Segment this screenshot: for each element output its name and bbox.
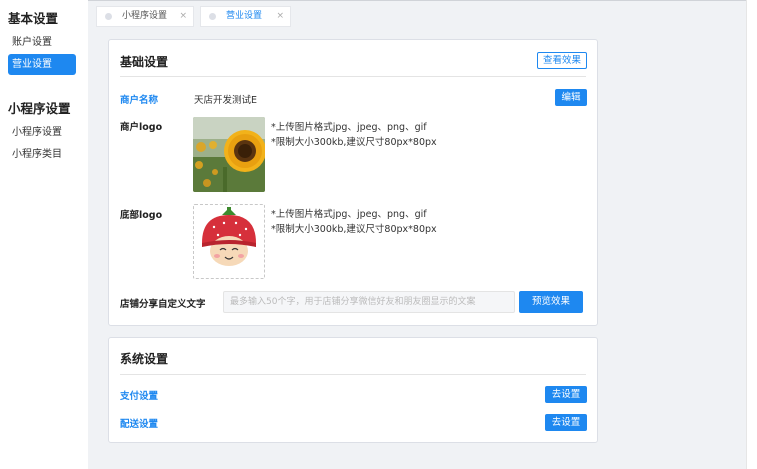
bottom-logo-label: 底部logo xyxy=(120,210,163,221)
delivery-settings-button[interactable]: 去设置 xyxy=(545,414,587,431)
tab-dot-icon xyxy=(105,13,112,20)
divider xyxy=(120,374,586,375)
logo-format-hint: *上传图片格式jpg、jpeg、png、gif xyxy=(271,122,427,133)
payment-settings-label: 支付设置 xyxy=(120,391,159,402)
view-effect-button[interactable]: 查看效果 xyxy=(537,52,587,69)
merchant-name-label: 商户名称 xyxy=(120,95,159,106)
delivery-settings-label: 配送设置 xyxy=(120,419,159,430)
tab-dot-icon xyxy=(209,13,216,20)
merchant-logo-image[interactable] xyxy=(193,117,265,192)
tabs-bar: 小程序设置 × 营业设置 × xyxy=(88,0,746,31)
sidebar-item-account[interactable]: 账户设置 xyxy=(8,32,76,53)
sidebar-item-miniprogram-category[interactable]: 小程序类目 xyxy=(8,144,76,165)
payment-settings-button[interactable]: 去设置 xyxy=(545,386,587,403)
strawberry-character-image xyxy=(202,207,256,266)
edit-button[interactable]: 编辑 xyxy=(555,89,587,106)
bottom-logo-format-hint: *上传图片格式jpg、jpeg、png、gif xyxy=(271,209,427,220)
sunflower-image xyxy=(193,117,265,192)
bottom-logo-size-hint: *限制大小300kb,建议尺寸80px*80px xyxy=(271,224,437,235)
preview-effect-button[interactable]: 预览效果 xyxy=(519,291,583,313)
sidebar-group-basic: 基本设置 xyxy=(8,11,59,26)
vertical-scrollbar[interactable] xyxy=(746,0,757,469)
bottom-logo-image[interactable] xyxy=(193,204,265,279)
sidebar-group-miniprogram: 小程序设置 xyxy=(8,101,71,116)
system-settings-card: 系统设置 支付设置 去设置 配送设置 去设置 xyxy=(108,337,598,443)
sidebar-item-miniprogram-settings[interactable]: 小程序设置 xyxy=(8,122,76,143)
system-settings-title: 系统设置 xyxy=(120,352,169,366)
divider xyxy=(120,76,586,77)
merchant-name-value: 天店开发测试E xyxy=(194,95,258,106)
tab-business-settings[interactable]: 营业设置 × xyxy=(200,6,291,27)
tab-label: 营业设置 xyxy=(226,11,263,21)
basic-settings-card: 基础设置 查看效果 商户名称 天店开发测试E 编辑 商户logo *上传图片格式… xyxy=(108,39,598,326)
tab-label: 小程序设置 xyxy=(122,11,168,21)
tab-miniprogram-settings[interactable]: 小程序设置 × xyxy=(96,6,194,27)
merchant-logo-label: 商户logo xyxy=(120,122,163,133)
close-icon[interactable]: × xyxy=(276,7,284,26)
share-text-label: 店铺分享自定义文字 xyxy=(120,299,206,310)
main-area: 小程序设置 × 营业设置 × 基础设置 查看效果 商户名称 天店开发测试E 编辑… xyxy=(88,0,746,469)
sidebar-item-business[interactable]: 营业设置 xyxy=(8,54,76,75)
share-text-input[interactable]: 最多输入50个字，用于店铺分享微信好友和朋友圈显示的文案 xyxy=(223,291,515,313)
logo-size-hint: *限制大小300kb,建议尺寸80px*80px xyxy=(271,137,437,148)
sidebar: 基本设置 账户设置 营业设置 小程序设置 小程序设置 小程序类目 xyxy=(0,0,86,469)
basic-settings-title: 基础设置 xyxy=(120,55,169,69)
close-icon[interactable]: × xyxy=(179,7,187,26)
